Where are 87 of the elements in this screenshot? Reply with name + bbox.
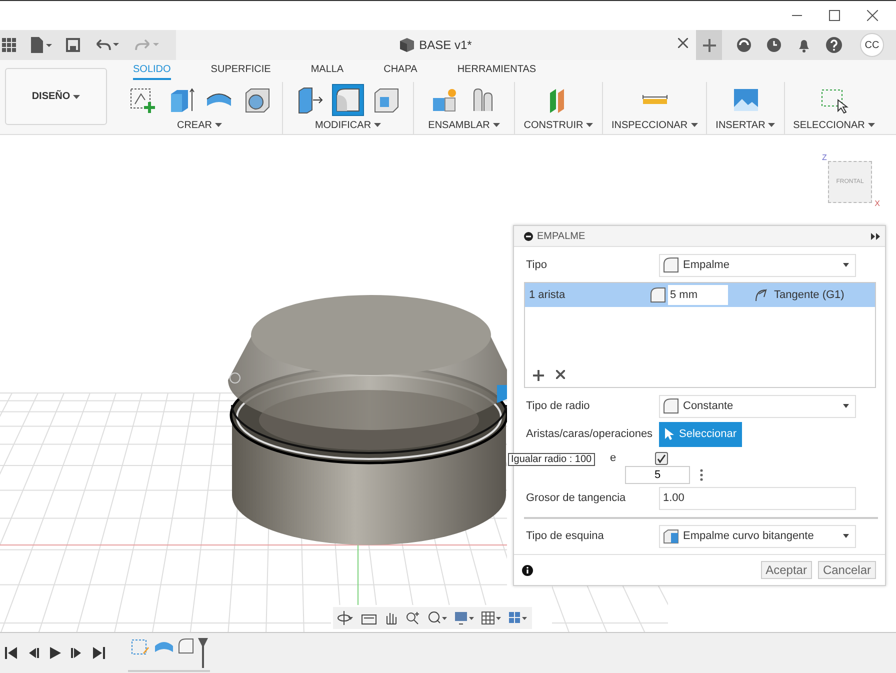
ribbon-tab[interactable]: MALLA (310, 62, 344, 80)
ruler-icon (642, 94, 668, 106)
field-label: Aristas/caras/operaciones (525, 428, 654, 440)
dropdown[interactable]: Empalme (659, 254, 856, 276)
edge-count: 1 arista (529, 289, 566, 301)
field-label: Tipo (525, 259, 548, 271)
cube-icon (400, 38, 414, 52)
workspace-dropdown[interactable]: DISEÑO (5, 68, 107, 125)
edge-list-row[interactable]: 1 arista 5 mm Tangente (G1) (525, 283, 875, 307)
continuity-label[interactable]: Tangente (G1) (774, 289, 844, 301)
app-grid-icon[interactable] (2, 38, 16, 52)
ribbon-tab[interactable]: HERRAMIENTAS (457, 62, 536, 80)
checkbox[interactable] (655, 452, 668, 464)
close-tab-icon[interactable] (678, 38, 688, 48)
save-icon[interactable] (66, 38, 80, 52)
document-tab-title[interactable]: BASE v1* (419, 38, 472, 52)
cursor-icon (665, 428, 674, 440)
caret-icon (768, 123, 776, 128)
tool-group-menu[interactable]: MODIFICAR (314, 120, 382, 131)
tool-group-menu[interactable]: SELECCIONAR (793, 120, 875, 131)
field-label: e (610, 452, 618, 464)
caret-icon (868, 123, 875, 128)
new-tab-button[interactable] (696, 30, 722, 60)
tool-group-menu[interactable]: ENSAMBLAR (428, 120, 500, 131)
collapse-icon[interactable] (524, 232, 533, 240)
axis-label: Z (822, 153, 827, 162)
help-icon[interactable] (826, 37, 842, 53)
dialog-button[interactable]: Aceptar (760, 561, 812, 579)
clock-icon[interactable] (766, 37, 782, 53)
sketch-icon[interactable] (130, 638, 150, 656)
tool-group-menu[interactable]: INSPECCIONAR (611, 120, 698, 131)
user-avatar[interactable]: CC (860, 33, 884, 57)
timeline-marker-icon[interactable] (198, 638, 208, 668)
zoom-window-icon[interactable] (427, 610, 448, 626)
file-icon[interactable] (30, 37, 52, 53)
field-label: Grosor de tangencia (525, 492, 627, 504)
panel-title: EMPALME (537, 230, 586, 242)
zoom-icon[interactable] (405, 610, 421, 626)
corner-icon (663, 528, 679, 544)
fillet-icon (650, 287, 666, 303)
dropdown[interactable]: Empalme curvo bitangente (659, 524, 856, 548)
caret-icon (690, 123, 698, 128)
caret-icon (492, 123, 500, 128)
viewports-icon[interactable] (508, 610, 528, 626)
ribbon-tab[interactable]: CHAPA (384, 62, 418, 80)
grid-icon[interactable] (481, 610, 502, 626)
info-icon[interactable] (522, 564, 533, 576)
tooltip: Igualar radio : 100 (508, 453, 595, 466)
fillet-icon (663, 257, 679, 273)
tool-group-menu[interactable]: INSERTAR (716, 120, 776, 131)
tangency-input[interactable]: 1.00 (659, 486, 856, 510)
skip-start-icon[interactable] (4, 646, 18, 660)
fillet-icon (178, 638, 194, 654)
radius-input[interactable]: 5 mm (668, 285, 728, 305)
maximize-icon[interactable] (829, 10, 840, 21)
more-vertical-icon[interactable] (700, 469, 703, 481)
play-icon[interactable] (48, 646, 62, 660)
orbit-icon[interactable] (337, 610, 355, 626)
select-button[interactable]: Seleccionar (659, 422, 742, 446)
tool-button[interactable] (332, 84, 364, 116)
plus-icon (702, 38, 716, 52)
tool-group-menu[interactable]: CONSTRUIR (524, 120, 594, 131)
value-input[interactable]: 5 (625, 466, 690, 484)
caret-icon (843, 534, 849, 538)
close-icon[interactable] (867, 10, 878, 21)
bell-icon[interactable] (796, 37, 812, 53)
display-icon[interactable] (454, 610, 475, 626)
dialog-button[interactable]: Cancelar (818, 561, 876, 579)
sync-icon[interactable] (736, 37, 752, 53)
caret-icon (843, 263, 849, 267)
skip-end-icon[interactable] (92, 646, 106, 660)
dropdown[interactable]: Constante (659, 394, 856, 418)
ribbon-tab[interactable]: SUPERFICIE (210, 62, 271, 80)
tool-group-menu[interactable]: CREAR (176, 120, 222, 131)
field-label: Tipo de esquina (525, 530, 605, 542)
fillet-icon (663, 398, 679, 414)
axis-label: X (874, 199, 880, 208)
field-label: Tipo de radio (525, 400, 591, 412)
undo-icon[interactable] (94, 38, 120, 52)
caret-icon (73, 94, 80, 98)
expand-icon[interactable] (871, 232, 881, 240)
caret-icon (374, 123, 382, 128)
caret-icon (215, 123, 222, 128)
remove-icon[interactable] (556, 370, 565, 379)
caret-icon (843, 404, 849, 408)
caret-icon (586, 123, 594, 128)
add-icon[interactable] (533, 370, 544, 381)
